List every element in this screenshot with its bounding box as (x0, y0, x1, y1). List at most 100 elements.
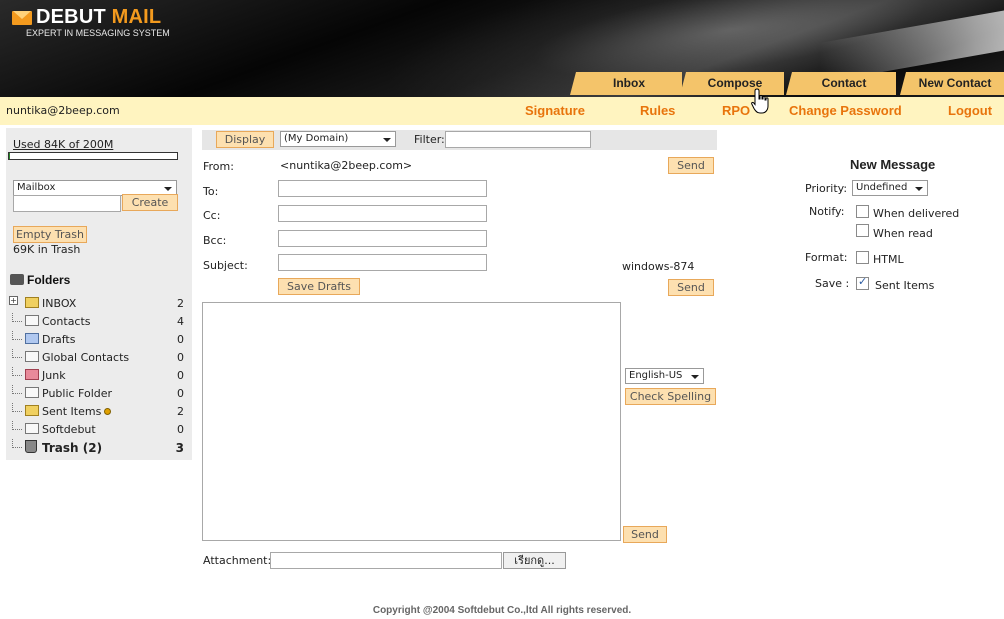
folder-trash[interactable]: Trash (2) 3 (12, 439, 188, 457)
message-body-textarea[interactable] (202, 302, 621, 541)
send-button-middle[interactable]: Send (668, 279, 714, 296)
folder-softdebut[interactable]: Softdebut 0 (12, 421, 188, 439)
save-sent-items-checkbox[interactable] (856, 275, 869, 290)
empty-trash-button[interactable]: Empty Trash (13, 226, 87, 243)
folder-count: 0 (177, 351, 184, 364)
bcc-label: Bcc: (203, 234, 227, 247)
save-drafts-button[interactable]: Save Drafts (278, 278, 360, 295)
domain-select[interactable]: (My Domain) (280, 131, 396, 147)
create-button[interactable]: Create (122, 194, 178, 211)
trash-info: 69K in Trash (13, 243, 81, 256)
header-banner: DEBUT MAIL EXPERT IN MESSAGING SYSTEM In… (0, 0, 1004, 97)
folder-sent-items[interactable]: Sent Items 2 (12, 403, 188, 421)
rpo-link[interactable]: RPO (722, 103, 750, 118)
from-label: From: (203, 160, 234, 173)
mailbox-select-value: Mailbox (17, 182, 56, 193)
status-dot-icon (104, 408, 112, 415)
quota-text: Used 84K of 200M (13, 138, 114, 151)
check-spelling-button[interactable]: Check Spelling (625, 388, 716, 405)
tree-line (12, 331, 22, 340)
folder-drafts[interactable]: Drafts 0 (12, 331, 188, 349)
folder-label: Sent Items (42, 405, 102, 418)
format-html-label: HTML (873, 253, 904, 266)
display-button[interactable]: Display (216, 131, 274, 148)
quota-bar-fill (9, 153, 10, 159)
folder-junk[interactable]: Junk 0 (12, 367, 188, 385)
folder-public-folder[interactable]: Public Folder 0 (12, 385, 188, 403)
tree-line (12, 421, 22, 430)
filter-input[interactable] (445, 131, 591, 148)
contacts-icon (25, 351, 39, 362)
tab-contact[interactable]: Contact (786, 72, 896, 95)
folder-label: Drafts (42, 333, 76, 346)
save-sent-items-label: Sent Items (875, 279, 935, 292)
subject-input[interactable] (278, 254, 487, 271)
to-input[interactable] (278, 180, 487, 197)
send-button-bottom[interactable]: Send (623, 526, 667, 543)
tab-new-contact[interactable]: New Contact (900, 72, 1004, 95)
notify-delivered-checkbox[interactable] (856, 205, 869, 218)
priority-select-value: Undefined (856, 182, 908, 193)
folder-label: Junk (42, 369, 66, 382)
notify-delivered-label: When delivered (873, 207, 960, 220)
copyright-footer: Copyright @2004 Softdebut Co.,ltd All ri… (372, 605, 632, 616)
rules-link[interactable]: Rules (640, 103, 675, 118)
folder-label: Trash (2) (42, 441, 103, 455)
folder-icon (25, 297, 39, 308)
folder-global-contacts[interactable]: Global Contacts 0 (12, 349, 188, 367)
tree-line (12, 385, 22, 394)
folder-count: 3 (175, 441, 184, 455)
language-select[interactable]: English-US (625, 368, 704, 384)
attachment-input[interactable] (270, 552, 502, 569)
user-email: nuntika@2beep.com (6, 104, 120, 117)
browse-button[interactable]: เรียกดู... (503, 552, 566, 569)
quota-bar (8, 152, 178, 160)
priority-select[interactable]: Undefined (852, 180, 928, 196)
signature-link[interactable]: Signature (525, 103, 585, 118)
new-message-title: New Message (850, 157, 936, 172)
envelope-icon (25, 423, 39, 434)
filter-label: Filter: (414, 133, 445, 146)
folder-contacts[interactable]: Contacts 4 (12, 313, 188, 331)
expand-icon[interactable]: + (9, 296, 18, 305)
save-label: Save : (815, 277, 850, 290)
folder-count: 2 (177, 405, 184, 418)
envelope-icon (12, 11, 32, 25)
tree-line (12, 313, 22, 322)
folder-count: 2 (177, 297, 184, 310)
language-select-value: English-US (629, 370, 683, 381)
folder-count: 0 (177, 333, 184, 346)
format-html-checkbox[interactable] (856, 251, 869, 264)
chevron-down-icon (915, 187, 923, 191)
tree-line (12, 403, 22, 412)
tab-inbox[interactable]: Inbox (570, 72, 682, 95)
attachment-label: Attachment: (203, 554, 272, 567)
tree-line (12, 367, 22, 376)
hand-cursor-icon (751, 88, 769, 114)
folder-label: INBOX (42, 297, 77, 310)
charset-label: windows-874 (622, 260, 695, 273)
folder-count: 0 (177, 423, 184, 436)
drafts-icon (25, 333, 39, 344)
notify-label: Notify: (809, 205, 845, 218)
domain-select-value: (My Domain) (284, 133, 349, 144)
logo-brand-debut: DEBUT (36, 6, 106, 28)
notify-read-checkbox[interactable] (856, 224, 869, 237)
folder-count: 4 (177, 315, 184, 328)
contacts-icon (25, 315, 39, 326)
cc-input[interactable] (278, 205, 487, 222)
mailbox-name-input[interactable] (13, 195, 121, 212)
trash-icon (25, 440, 37, 453)
bcc-input[interactable] (278, 230, 487, 247)
tree-line (12, 349, 22, 358)
folder-inbox[interactable]: + INBOX 2 (9, 295, 188, 313)
junk-icon (25, 369, 39, 380)
priority-label: Priority: (805, 182, 848, 195)
tree-line (12, 439, 22, 448)
chevron-down-icon (691, 375, 699, 379)
send-button-top[interactable]: Send (668, 157, 714, 174)
folder-count: 0 (177, 387, 184, 400)
format-label: Format: (805, 251, 848, 264)
change-password-link[interactable]: Change Password (789, 103, 902, 118)
logout-link[interactable]: Logout (948, 103, 992, 118)
